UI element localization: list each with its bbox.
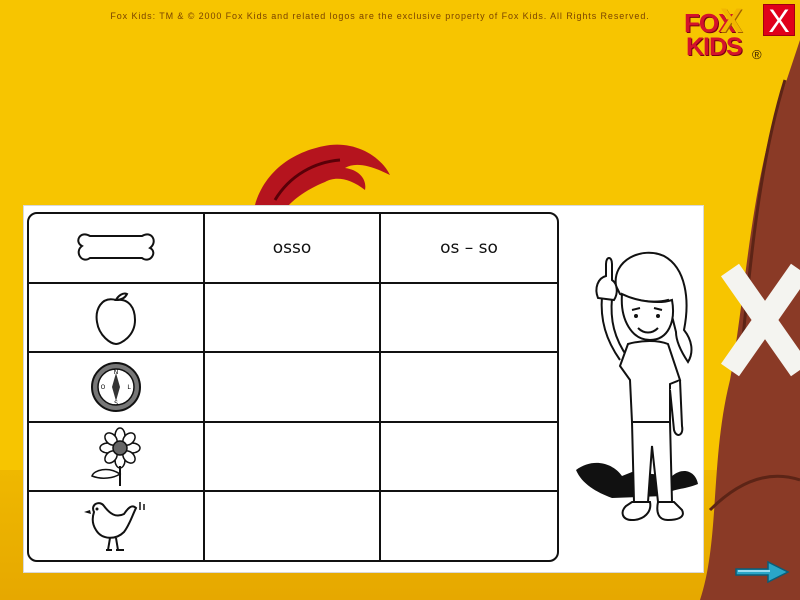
- girl-illustration: [576, 251, 698, 522]
- next-arrow-icon[interactable]: [734, 560, 790, 584]
- answer-cell[interactable]: [381, 353, 557, 423]
- peach-icon: [95, 292, 137, 345]
- bone-icon: [77, 233, 155, 261]
- logo-kids-text: KIDS: [686, 33, 743, 61]
- answer-cell[interactable]: [381, 492, 557, 560]
- answer-cell[interactable]: [205, 284, 381, 353]
- worksheet-table: osso os – so N S L O: [27, 212, 559, 562]
- fox-kids-logo: FOX X KIDS: [682, 2, 754, 66]
- header-cell-os-so: os – so: [381, 214, 557, 284]
- answer-cell[interactable]: [205, 353, 381, 423]
- answer-cell[interactable]: [205, 492, 381, 560]
- header-cell-osso: osso: [205, 214, 381, 284]
- close-button[interactable]: X: [763, 4, 795, 37]
- table-cell-compass: N S L O: [29, 353, 205, 423]
- compass-icon: N S L O: [91, 362, 141, 412]
- answer-cell[interactable]: [381, 284, 557, 353]
- worksheet-panel: osso os – so N S L O: [23, 205, 704, 573]
- table-cell-bird: [29, 492, 205, 560]
- flower-icon: [91, 426, 141, 486]
- mascot-tail-decoration: [255, 144, 390, 210]
- table-cell-bone: [29, 214, 205, 284]
- answer-cell[interactable]: [381, 423, 557, 492]
- registered-mark: ®: [752, 47, 762, 62]
- answer-cell[interactable]: [205, 423, 381, 492]
- mascot-body-decoration: [700, 40, 800, 600]
- copyright-text: Fox Kids: TM & © 2000 Fox Kids and relat…: [110, 11, 650, 21]
- table-cell-peach: [29, 284, 205, 353]
- svg-text:S: S: [114, 400, 118, 407]
- svg-text:O: O: [101, 384, 106, 391]
- table-cell-flower: [29, 423, 205, 492]
- bird-icon: [84, 502, 145, 551]
- svg-text:N: N: [114, 369, 119, 376]
